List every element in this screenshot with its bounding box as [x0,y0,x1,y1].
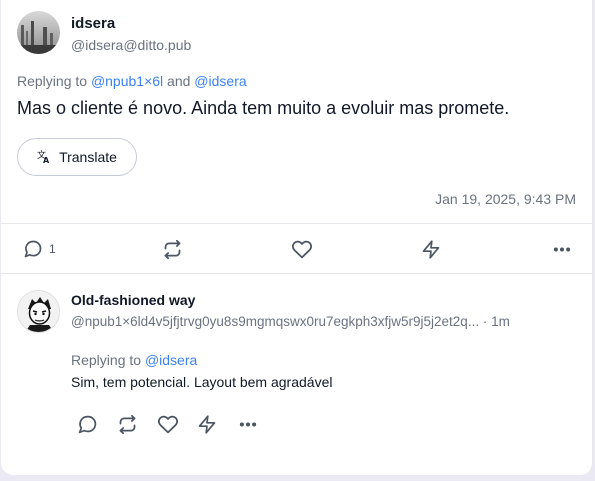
mention-link-idsera[interactable]: @idsera [194,73,246,89]
thread-card: idsera @idsera@ditto.pub Replying to @np… [1,0,593,475]
comment-icon [24,240,42,258]
zap-action[interactable] [421,239,441,260]
reply-action[interactable]: 1 [23,239,56,259]
reply-handle-text[interactable]: @npub1×6ld4v5jfjtrvg0yu8s9mgmqswx0ru7egk… [71,314,479,329]
repost-icon [119,414,136,435]
author-name[interactable]: idsera [71,15,115,32]
more-icon [239,422,257,427]
reply-author-name[interactable]: Old-fashioned way [71,292,195,308]
translate-label: Translate [59,149,117,165]
reply-replying-to: Replying to @idsera [71,352,197,368]
reply-more-action[interactable] [237,414,259,435]
more-action[interactable] [551,239,573,260]
reply-zap-action[interactable] [197,414,217,435]
reply-reply-action[interactable] [77,414,98,435]
post-date[interactable]: Jan 19, 2025, 9:43 PM [435,191,576,207]
avatar-image [17,11,60,54]
comment-icon [78,415,97,434]
translate-button[interactable]: 文 A Translate [17,138,137,176]
replying-prefix: Replying to [17,73,88,89]
divider [1,223,592,224]
replying-to: Replying to @npub1×6l and @idsera [17,73,247,89]
reply-author-handle: @npub1×6ld4v5jfjtrvg0yu8s9mgmqswx0ru7egk… [71,314,510,329]
zap-icon [422,240,440,259]
translate-icon: 文 A [37,150,50,164]
reply-replying-prefix: Replying to [71,352,142,368]
reply-avatar-image [18,291,59,332]
divider [1,273,592,274]
reply-count: 1 [49,242,56,256]
heart-icon [292,240,312,259]
heart-icon [158,415,178,434]
repost-icon [164,239,181,260]
like-action[interactable] [291,239,313,260]
post-content: Mas o cliente é novo. Ainda tem muito a … [17,98,510,118]
avatar[interactable] [17,11,60,54]
svg-text:A: A [43,156,50,164]
mention-link-idsera[interactable]: @idsera [145,352,197,368]
zap-icon [198,415,216,434]
reply-time[interactable]: · 1m [483,314,510,329]
author-handle[interactable]: @idsera@ditto.pub [71,37,191,53]
mention-link-npub[interactable]: @npub1×6l [91,73,163,89]
replying-and: and [167,73,191,89]
reply-like-action[interactable] [157,414,179,435]
reply-content: Sim, tem potencial. Layout bem agradável [71,374,333,390]
reply-repost-action[interactable] [117,414,138,435]
more-icon [553,247,571,252]
reply-avatar[interactable] [17,290,60,333]
repost-action[interactable] [162,239,183,260]
